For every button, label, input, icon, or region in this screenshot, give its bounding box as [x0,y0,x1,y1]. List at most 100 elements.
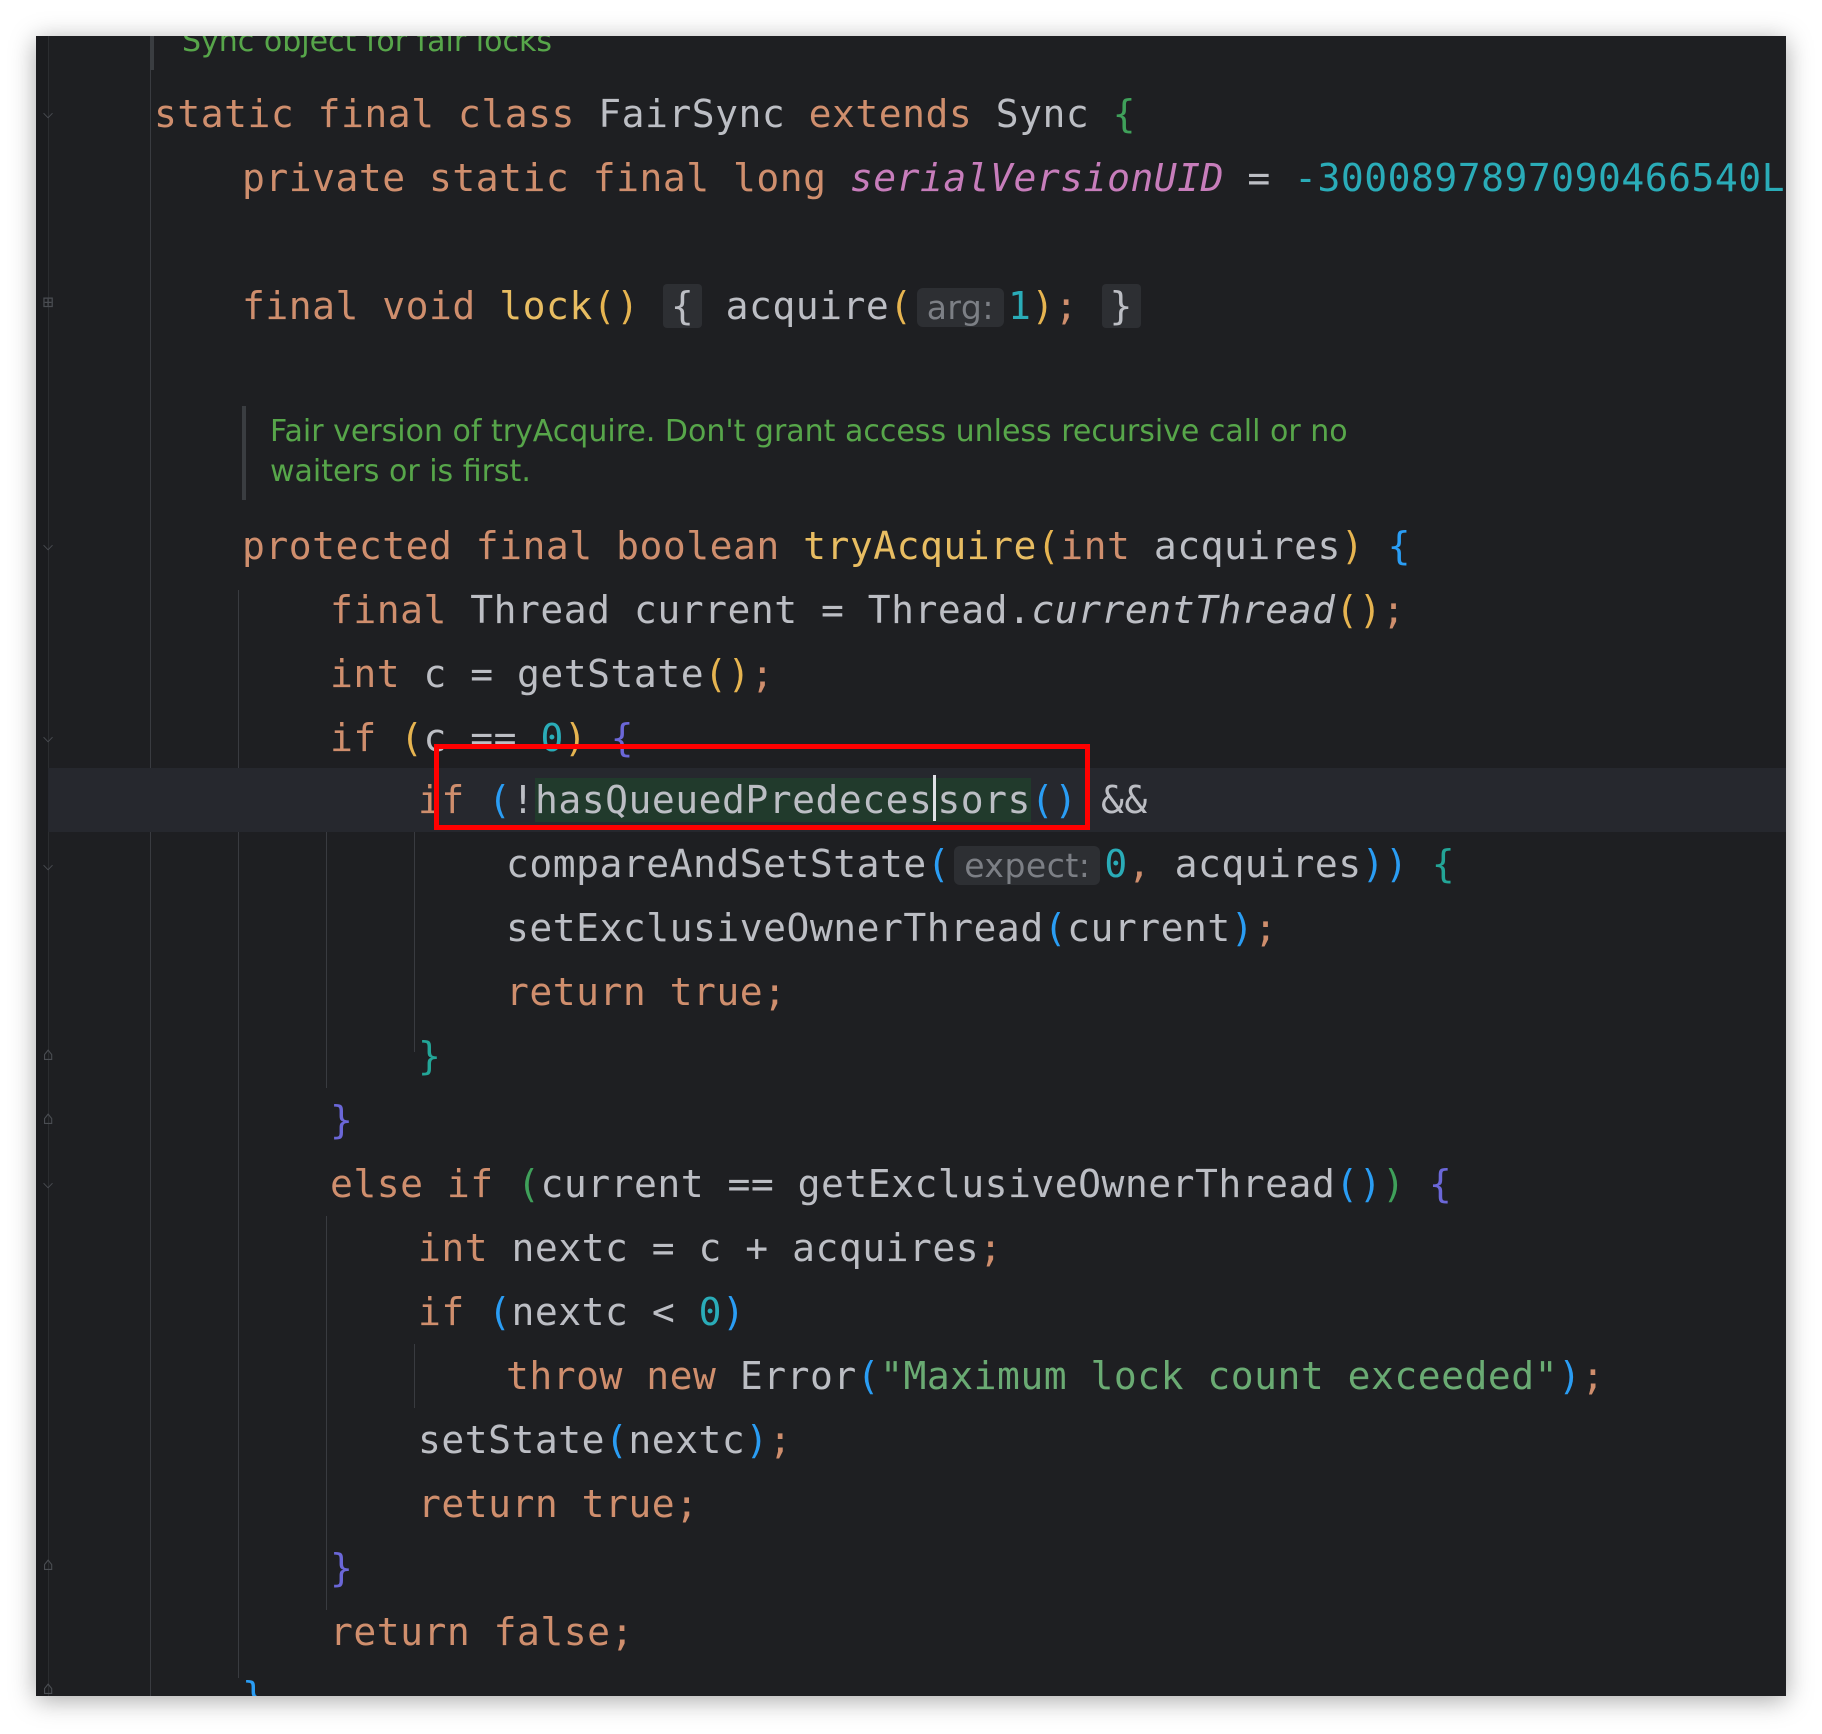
fold-expand-icon[interactable]: ⊞ [36,290,60,316]
semicolon: ; [1785,156,1786,200]
paren: ) [745,1418,769,1462]
keyword: if [446,1162,494,1206]
code-editor[interactable]: ⌵ ⊞ ⌵ ⌵ ⌵ ⌂ ⌂ ⌵ ⌂ ⌂ Sync object for fair… [36,36,1786,1696]
paren: ) [721,1290,746,1334]
code-line[interactable]: static final class FairSync extends Sync… [154,82,1136,146]
parens: () [704,652,751,696]
code-text: c = [423,652,518,696]
paren: ) [1031,284,1055,328]
keyword: return [418,1482,559,1526]
type-name: Thread [470,588,611,632]
parens: () [1335,588,1383,632]
keyword: protected [242,524,453,568]
folded-brace[interactable]: } [1101,284,1141,328]
semicolon: ; [1382,588,1406,632]
parameter: acquires [1174,842,1362,886]
fold-collapse-icon[interactable]: ⌵ [36,724,60,750]
number-literal: -3000897897090466540L [1294,156,1786,200]
number-literal: 1 [1007,284,1032,328]
code-line[interactable]: final void lock() { acquire(arg: 1); } [242,274,1141,338]
keyword: final [317,92,435,136]
fold-end-icon[interactable]: ⌂ [36,1042,60,1068]
fold-collapse-icon[interactable]: ⌵ [36,852,60,878]
brace: } [418,1034,442,1078]
folded-brace[interactable]: { [662,284,703,328]
paren: ( [400,716,424,760]
brace: { [1431,842,1456,886]
fold-collapse-icon[interactable]: ⌵ [36,532,60,558]
fold-end-icon[interactable]: ⌂ [36,1552,60,1578]
method-call: getExclusiveOwnerThread [797,1162,1336,1206]
paren: ( [856,1354,881,1398]
code-line[interactable]: setExclusiveOwnerThread(current); [506,896,1278,960]
semicolon: ; [750,652,775,696]
fold-collapse-icon[interactable]: ⌵ [36,1170,60,1196]
code-line[interactable]: return true; [506,960,787,1024]
code-text: nextc < [511,1290,699,1334]
paren: ( [488,1290,512,1334]
semicolon: ; [675,1482,699,1526]
number-literal: 0 [698,1290,722,1334]
keyword: final [242,284,359,328]
keyword: return [330,1610,471,1654]
doc-comment: Sync object for fair locks [182,36,552,59]
paren: ( [605,1418,629,1462]
paren: ) [1230,906,1255,950]
code-line[interactable]: compareAndSetState(expect: 0, acquires)) … [506,832,1455,896]
method-name: lock [499,284,593,328]
fold-end-icon[interactable]: ⌂ [36,1676,60,1696]
code-line[interactable]: return false; [330,1600,634,1664]
code-line[interactable]: throw new Error("Maximum lock count exce… [506,1344,1605,1408]
code-line[interactable]: if (nextc < 0) [418,1280,745,1344]
doc-comment-line: waiters or is first. [270,454,531,489]
paren: ) [1340,524,1365,568]
paren: ) [1384,842,1409,886]
method-call: acquire [725,284,890,328]
semicolon: ; [1581,1354,1605,1398]
keyword: long [733,156,827,200]
keyword: return [506,970,647,1014]
keyword: int [330,652,401,696]
doc-comment-line: Fair version of tryAcquire. Don't grant … [270,414,1348,449]
keyword: int [418,1226,489,1270]
code-line[interactable]: final Thread current = Thread.currentThr… [330,578,1406,642]
operator: = [797,588,868,632]
brace: { [1387,524,1412,568]
code-line[interactable]: setState(nextc); [418,1408,792,1472]
code-line[interactable]: private static final long serialVersionU… [242,146,1786,210]
paren: ( [1036,524,1061,568]
brace: } [242,1674,266,1696]
paren: ( [926,842,951,886]
variable: nextc [628,1418,746,1462]
semicolon: ; [979,1226,1003,1270]
brace: { [1112,92,1136,136]
dot: . [1008,588,1032,632]
doc-comment-bar [150,36,154,70]
number-literal: 0 [1104,842,1128,886]
semicolon: ; [1254,906,1278,950]
paren: ( [889,284,913,328]
paren: ( [517,1162,541,1206]
method-call: compareAndSetState [506,842,927,886]
keyword: throw [506,1354,623,1398]
fold-end-icon[interactable]: ⌂ [36,1106,60,1132]
keyword: void [382,284,476,328]
doc-comment-bar [242,406,246,500]
keyword: else [330,1162,424,1206]
inlay-hint: arg: [916,288,1004,327]
code-line[interactable]: else if (current == getExclusiveOwnerThr… [330,1152,1452,1216]
fold-collapse-icon[interactable]: ⌵ [36,100,60,126]
keyword: extends [808,92,973,136]
code-line[interactable]: } [330,1088,353,1152]
code-line[interactable]: } [418,1024,441,1088]
code-line[interactable]: return true; [418,1472,699,1536]
code-line[interactable]: } [242,1664,265,1696]
keyword: false [493,1610,611,1654]
code-line[interactable]: protected final boolean tryAcquire(int a… [242,514,1411,578]
code-line[interactable]: } [330,1536,353,1600]
code-line[interactable]: int c = getState(); [330,642,774,706]
code-line[interactable]: int nextc = c + acquires; [418,1216,1002,1280]
parens: () [592,284,640,328]
keyword: true [669,970,764,1014]
brace: } [330,1098,354,1142]
